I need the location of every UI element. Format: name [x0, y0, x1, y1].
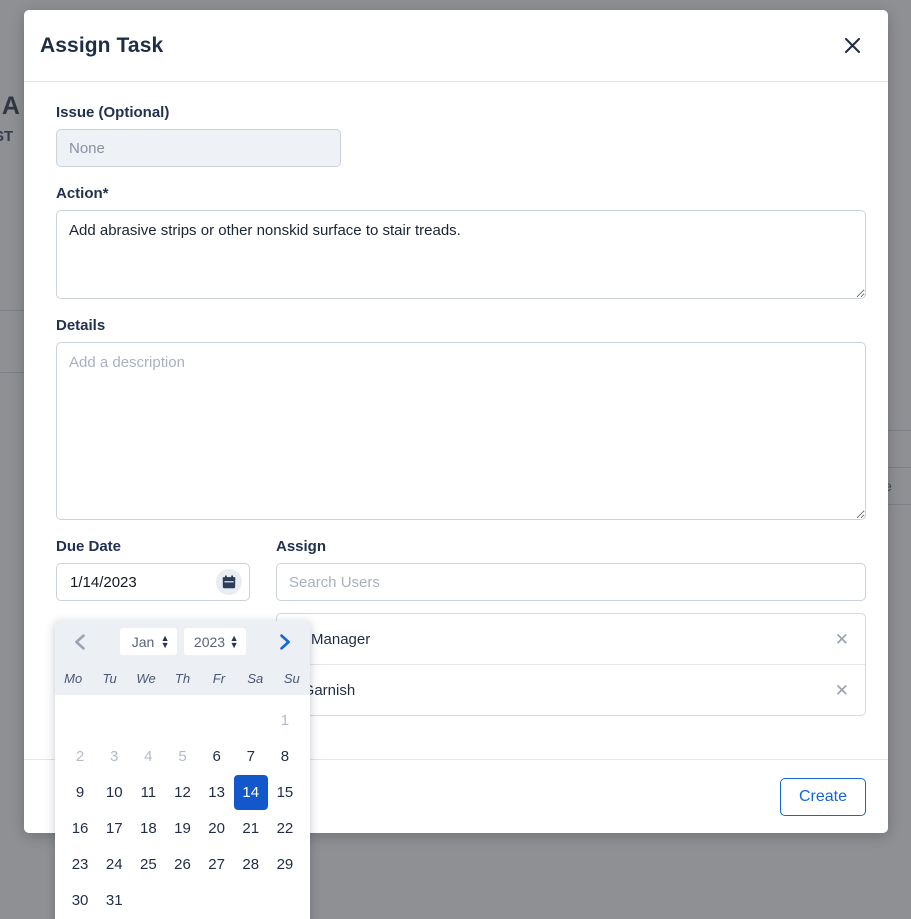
issue-input[interactable]: None — [56, 129, 341, 167]
assign-field-group: Assign dy Manager ✕ y Garnish ✕ — [276, 538, 866, 716]
details-textarea[interactable] — [56, 342, 866, 520]
due-date-field-group: Due Date 1/14/2023 — [56, 538, 250, 601]
details-label: Details — [56, 317, 106, 334]
calendar-day-3: 3 — [97, 739, 131, 774]
due-date-label: Due Date — [56, 538, 122, 555]
calendar-day-23[interactable]: 23 — [63, 847, 97, 882]
weekday-label: Mo — [64, 671, 83, 686]
assign-label: Assign — [276, 538, 327, 555]
calendar-blank-cell — [200, 703, 234, 738]
issue-label: Issue (Optional) — [56, 104, 170, 121]
calendar-day-28[interactable]: 28 — [234, 847, 268, 882]
calendar-day-7[interactable]: 7 — [234, 739, 268, 774]
create-button[interactable]: Create — [779, 777, 866, 816]
calendar-day-12[interactable]: 12 — [165, 775, 199, 810]
calendar-day-16[interactable]: 16 — [63, 811, 97, 846]
chevron-left-icon[interactable] — [69, 631, 91, 653]
calendar-day-17[interactable]: 17 — [97, 811, 131, 846]
calendar-day-26[interactable]: 26 — [165, 847, 199, 882]
calendar-day-2: 2 — [63, 739, 97, 774]
action-field-group: Action* — [56, 185, 866, 299]
calendar-blank-cell — [97, 703, 131, 738]
weekday-label: Tu — [102, 671, 117, 686]
year-select-wrap: 2022202320242025 ▲▼ — [183, 628, 246, 655]
calendar-day-27[interactable]: 27 — [200, 847, 234, 882]
calendar-day-25[interactable]: 25 — [131, 847, 165, 882]
details-field-group: Details — [56, 317, 866, 520]
dialog-header: Assign Task — [24, 10, 888, 82]
weekday-label: Su — [283, 671, 300, 686]
action-label: Action* — [56, 185, 109, 202]
calendar-day-15[interactable]: 15 — [268, 775, 302, 810]
weekday-label: We — [136, 671, 156, 686]
calendar-icon[interactable] — [216, 569, 242, 595]
remove-user-icon[interactable]: ✕ — [835, 682, 849, 699]
month-select-wrap: JanFebMarAprMayJunJulAugSepOctNovDec ▲▼ — [119, 628, 177, 655]
list-item[interactable]: y Garnish ✕ — [277, 665, 865, 715]
dialog-title: Assign Task — [40, 33, 164, 57]
datepicker-selects: JanFebMarAprMayJunJulAugSepOctNovDec ▲▼ … — [119, 628, 246, 655]
calendar-day-21[interactable]: 21 — [234, 811, 268, 846]
calendar-day-1: 1 — [268, 703, 302, 738]
weekday-label: Fr — [212, 671, 226, 686]
calendar-day-6[interactable]: 6 — [200, 739, 234, 774]
search-users-input[interactable] — [276, 563, 866, 601]
calendar-day-24[interactable]: 24 — [97, 847, 131, 882]
datepicker-popup: JanFebMarAprMayJunJulAugSepOctNovDec ▲▼ … — [55, 621, 310, 919]
calendar-blank-cell — [63, 703, 97, 738]
calendar-blank-cell — [165, 703, 199, 738]
calendar-day-4: 4 — [131, 739, 165, 774]
calendar-day-19[interactable]: 19 — [165, 811, 199, 846]
calendar-day-11[interactable]: 11 — [131, 775, 165, 810]
action-textarea[interactable] — [56, 210, 866, 299]
chevron-right-icon[interactable] — [274, 631, 296, 653]
calendar-blank-cell — [131, 703, 165, 738]
calendar-day-10[interactable]: 10 — [97, 775, 131, 810]
calendar-day-5: 5 — [165, 739, 199, 774]
due-date-value: 1/14/2023 — [70, 573, 137, 591]
remove-user-icon[interactable]: ✕ — [835, 631, 849, 648]
calendar-day-30[interactable]: 30 — [63, 883, 97, 918]
datepicker-day-grid: 1 2 3 4 5 6 7 8 9 10 11 12 13 14 15 16 17 18 19 20 21 22 23 24 2… — [55, 695, 310, 918]
datepicker-weekday-header: Mo Tu We Th Fr Sa Su — [55, 662, 310, 695]
list-item[interactable]: dy Manager ✕ — [277, 614, 865, 665]
assigned-users-list: dy Manager ✕ y Garnish ✕ — [276, 613, 866, 716]
calendar-blank-cell — [234, 703, 268, 738]
month-select[interactable]: JanFebMarAprMayJunJulAugSepOctNovDec — [119, 628, 177, 655]
calendar-day-31[interactable]: 31 — [97, 883, 131, 918]
calendar-day-18[interactable]: 18 — [131, 811, 165, 846]
issue-field-group: Issue (Optional) None — [56, 104, 866, 167]
year-select[interactable]: 2022202320242025 — [183, 628, 246, 655]
calendar-day-20[interactable]: 20 — [200, 811, 234, 846]
calendar-day-13[interactable]: 13 — [200, 775, 234, 810]
weekday-label: Th — [174, 671, 191, 686]
weekday-label: Sa — [247, 671, 264, 686]
calendar-day-9[interactable]: 9 — [63, 775, 97, 810]
calendar-day-29[interactable]: 29 — [268, 847, 302, 882]
calendar-day-14[interactable]: 14 — [233, 775, 268, 810]
datepicker-header: JanFebMarAprMayJunJulAugSepOctNovDec ▲▼ … — [55, 621, 310, 662]
close-icon[interactable] — [838, 32, 866, 60]
calendar-day-22[interactable]: 22 — [268, 811, 302, 846]
screen: a A EST me aini ec oran cat ofil mi ce A… — [0, 0, 911, 919]
due-date-input[interactable]: 1/14/2023 — [56, 563, 250, 601]
calendar-day-8[interactable]: 8 — [268, 739, 302, 774]
